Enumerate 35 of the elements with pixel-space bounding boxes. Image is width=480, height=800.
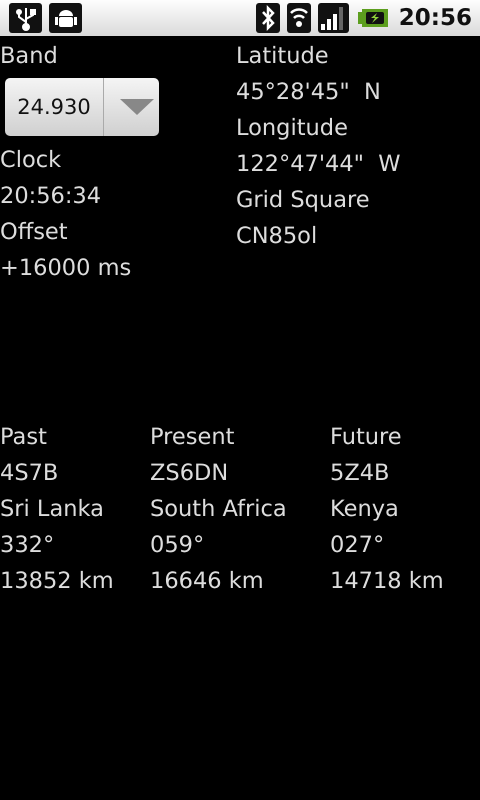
field-value: +16000 ms <box>0 254 132 283</box>
field-label: Clock <box>0 146 62 175</box>
bug-icon <box>49 3 82 33</box>
usb-icon <box>9 3 42 33</box>
column-heading: Past <box>0 423 48 452</box>
callsign: 4S7B <box>0 459 60 488</box>
battery-icon <box>356 7 390 29</box>
callsign: ZS6DN <box>150 459 230 488</box>
field-label: Band <box>0 42 59 71</box>
country-name: Sri Lanka <box>0 495 105 524</box>
signal-icon <box>318 3 349 33</box>
field-label: Latitude <box>236 42 330 71</box>
field-label: Offset <box>0 218 69 247</box>
country-name: Kenya <box>330 495 400 524</box>
distance-value: 16646 km <box>150 567 265 596</box>
bearing-value: 027° <box>330 531 386 560</box>
field-value: 20:56:34 <box>0 182 102 211</box>
callsign: 5Z4B <box>330 459 390 488</box>
field-value: 45°28'45" N <box>236 78 382 107</box>
field-label: Longitude <box>236 114 349 143</box>
field-value: 122°47'44" W <box>236 150 402 179</box>
field-value: CN85ol <box>236 222 318 251</box>
dropdown-arrow-icon <box>120 99 154 115</box>
distance-value: 14718 km <box>330 567 445 596</box>
bearing-value: 059° <box>150 531 206 560</box>
column-heading: Future <box>330 423 403 452</box>
wifi-icon <box>286 3 311 33</box>
field-label: Grid Square <box>236 186 371 215</box>
country-name: South Africa <box>150 495 288 524</box>
bluetooth-icon <box>256 3 280 33</box>
band-dropdown[interactable]: 24.930 <box>5 78 159 136</box>
distance-value: 13852 km <box>0 567 115 596</box>
column-heading: Present <box>150 423 236 452</box>
status-time: 20:56 <box>398 5 472 31</box>
bearing-value: 332° <box>0 531 56 560</box>
